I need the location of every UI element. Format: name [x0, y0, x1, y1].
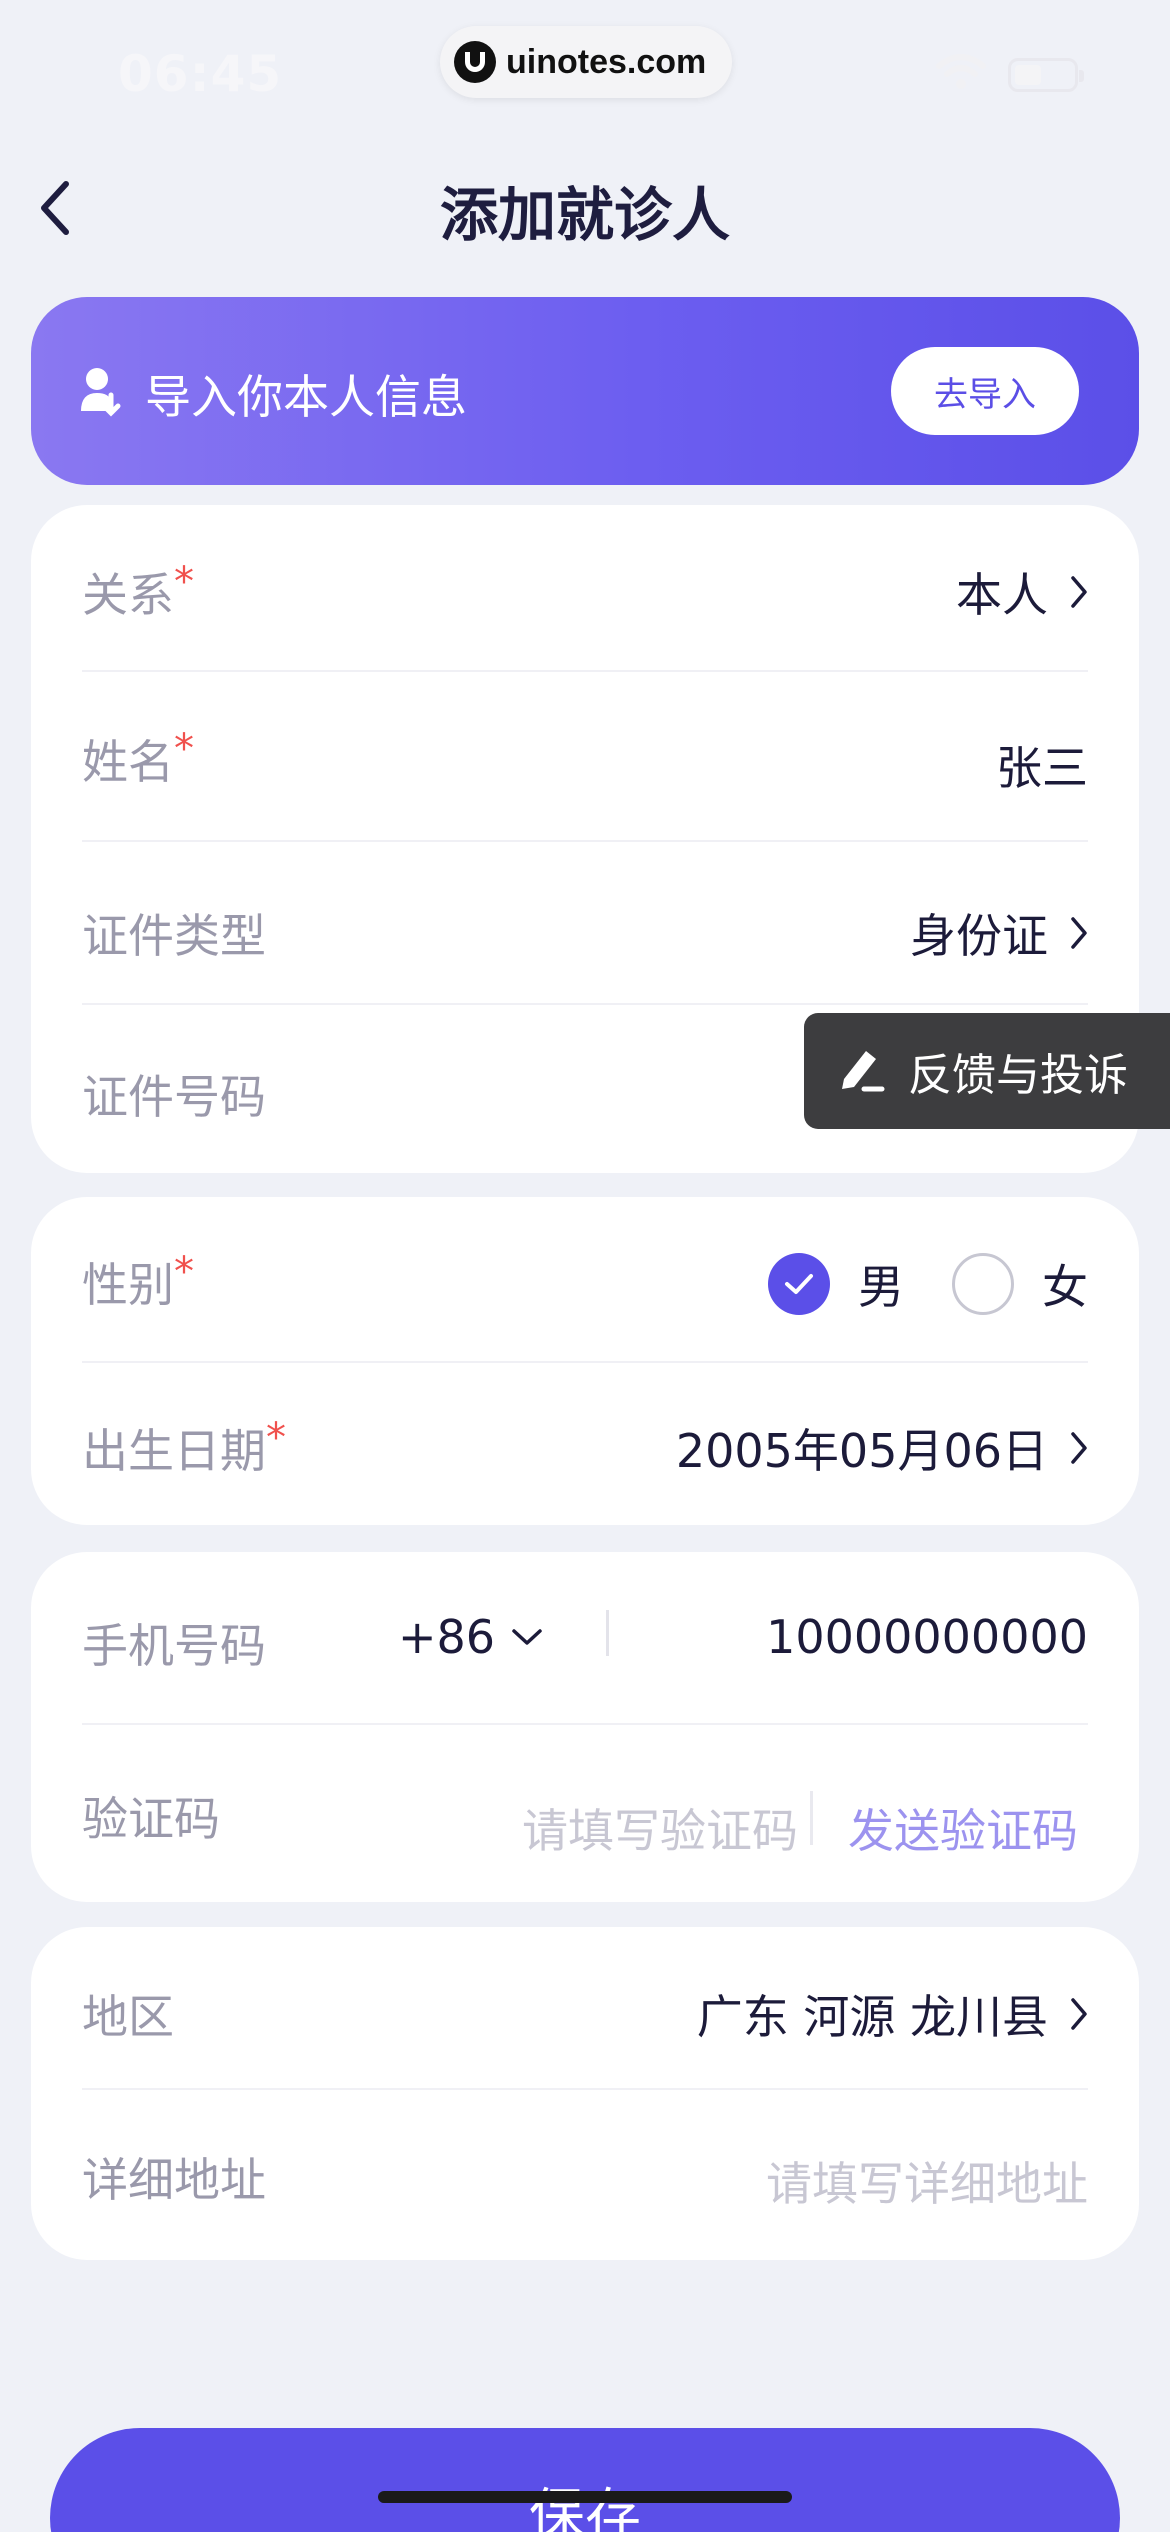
- required-mark: *: [266, 1415, 286, 1461]
- address-detail-row: 详细地址 请填写详细地址: [82, 2090, 1088, 2260]
- chevron-right-icon: [1070, 916, 1088, 950]
- region-row[interactable]: 地区 广东 河源 龙川县: [82, 1927, 1088, 2090]
- phone-label: 手机号码: [82, 1619, 266, 1673]
- gender-male-radio[interactable]: [768, 1253, 830, 1315]
- name-row[interactable]: 姓名* 张三: [82, 672, 1088, 842]
- chevron-right-icon: [1070, 575, 1088, 609]
- gender-row: 性别* 男 女: [82, 1197, 1088, 1363]
- personal-card: 性别* 男 女 出生日期* 2005年05月06日: [31, 1197, 1139, 1525]
- chevron-down-icon: [511, 1628, 543, 1646]
- address-detail-input[interactable]: 请填写详细地址: [766, 2148, 1088, 2214]
- gender-options: 男 女: [768, 1251, 1088, 1317]
- address-card: 地区 广东 河源 龙川县 详细地址 请填写详细地址: [31, 1927, 1139, 2260]
- gender-male-label[interactable]: 男: [858, 1251, 904, 1317]
- required-mark: *: [174, 559, 194, 605]
- name-input[interactable]: 张三: [996, 732, 1088, 798]
- verification-label: 验证码: [82, 1792, 220, 1846]
- birthdate-label: 出生日期*: [82, 1415, 286, 1478]
- relation-row[interactable]: 关系* 本人: [82, 509, 1088, 672]
- id-type-row[interactable]: 证件类型 身份证: [82, 842, 1088, 1005]
- contact-card: 手机号码 +86 10000000000 验证码 请填写验证码 发送验证码: [31, 1552, 1139, 1902]
- edit-icon: [836, 1045, 886, 1097]
- divider: [606, 1610, 609, 1656]
- save-button[interactable]: 保存: [50, 2428, 1120, 2532]
- page-title: 添加就诊人: [439, 181, 730, 249]
- region-value: 广东 河源 龙川县: [697, 1981, 1088, 2047]
- id-type-label: 证件类型: [82, 909, 266, 963]
- relation-label: 关系*: [82, 559, 194, 622]
- status-bar: 06:45 uinotes.com: [0, 0, 1170, 140]
- phone-row: 手机号码 +86 10000000000: [82, 1552, 1088, 1725]
- verification-input[interactable]: 请填写验证码: [522, 1795, 798, 1861]
- send-code-button[interactable]: 发送验证码: [848, 1795, 1078, 1861]
- home-indicator: [378, 2491, 792, 2503]
- phone-input[interactable]: 10000000000: [766, 1610, 1088, 1664]
- region-label: 地区: [82, 1990, 174, 2044]
- chevron-right-icon: [1070, 1997, 1088, 2031]
- verification-row: 验证码 请填写验证码 发送验证码: [82, 1725, 1088, 1902]
- import-label: 导入你本人信息: [145, 370, 467, 424]
- required-mark: *: [174, 726, 194, 772]
- import-button[interactable]: 去导入: [891, 347, 1079, 435]
- gender-label: 性别*: [82, 1249, 194, 1312]
- birthdate-row[interactable]: 出生日期* 2005年05月06日: [82, 1363, 1088, 1525]
- divider: [810, 1791, 813, 1845]
- relation-value: 本人: [956, 559, 1088, 625]
- watermark-badge: uinotes.com: [440, 26, 732, 98]
- status-time: 06:45: [118, 45, 283, 103]
- name-label: 姓名*: [82, 726, 194, 789]
- wifi-icon: [935, 52, 987, 96]
- required-mark: *: [174, 1249, 194, 1295]
- gender-female-label[interactable]: 女: [1042, 1251, 1088, 1317]
- birthdate-value: 2005年05月06日: [676, 1415, 1088, 1481]
- watermark-logo-icon: [454, 41, 496, 83]
- gender-female-radio[interactable]: [952, 1253, 1014, 1315]
- check-icon: [785, 1274, 813, 1294]
- user-import-icon: [79, 365, 123, 421]
- import-banner: 导入你本人信息 去导入: [31, 297, 1139, 485]
- feedback-button[interactable]: 反馈与投诉: [804, 1013, 1170, 1129]
- chevron-right-icon: [1070, 1431, 1088, 1465]
- watermark-text: uinotes.com: [506, 42, 707, 81]
- id-type-value: 身份证: [910, 900, 1088, 966]
- feedback-label: 反馈与投诉: [908, 1050, 1128, 1101]
- country-code-select[interactable]: +86: [398, 1610, 543, 1664]
- address-detail-label: 详细地址: [82, 2153, 266, 2207]
- battery-icon: [1008, 58, 1084, 92]
- id-number-label: 证件号码: [82, 1070, 266, 1124]
- nav-bar: 添加就诊人: [0, 150, 1170, 260]
